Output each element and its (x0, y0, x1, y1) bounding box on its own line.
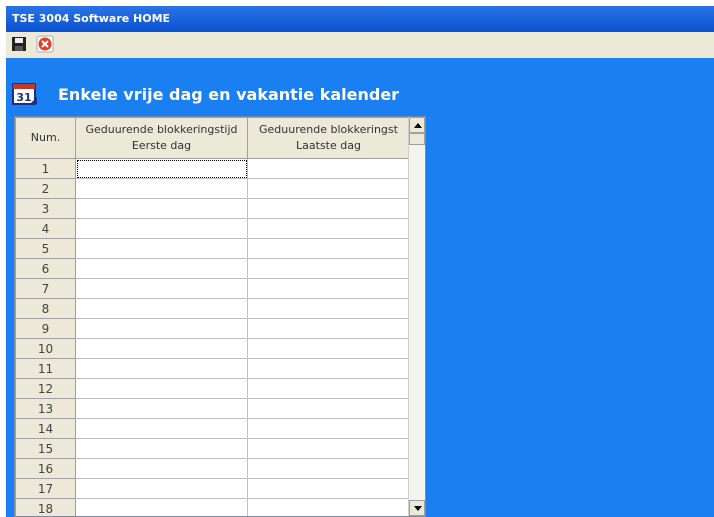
row-number: 17 (15, 478, 76, 499)
table-body: 1 2 3 4 5 6 7 8 9 10 11 12 13 14 15 16 17 18 (15, 158, 410, 516)
last-day-cell[interactable] (247, 258, 410, 279)
last-day-cell[interactable] (247, 318, 410, 339)
last-day-cell[interactable] (247, 498, 410, 516)
table-row: 6 (15, 258, 410, 279)
first-day-cell[interactable] (75, 178, 248, 199)
row-number: 3 (15, 198, 76, 219)
first-day-cell[interactable] (75, 318, 248, 339)
first-day-cell[interactable] (75, 298, 248, 319)
last-day-cell[interactable] (247, 438, 410, 459)
table-row: 2 (15, 178, 410, 199)
first-day-cell[interactable] (75, 458, 248, 479)
first-day-cell[interactable] (75, 418, 248, 439)
svg-text:31: 31 (16, 91, 31, 104)
page-title: Enkele vrije dag en vakantie kalender (58, 85, 400, 104)
row-number: 10 (15, 338, 76, 359)
table-row: 18 (15, 498, 410, 516)
table-row: 8 (15, 298, 410, 319)
first-day-cell[interactable] (75, 158, 248, 179)
first-day-cell[interactable] (75, 218, 248, 239)
row-number: 1 (15, 158, 76, 179)
toolbar (6, 32, 714, 58)
last-day-cell[interactable] (247, 198, 410, 219)
table-row: 5 (15, 238, 410, 259)
table-row: 4 (15, 218, 410, 239)
table-row: 13 (15, 398, 410, 419)
row-number: 12 (15, 378, 76, 399)
last-day-cell[interactable] (247, 358, 410, 379)
table-row: 12 (15, 378, 410, 399)
first-day-cell[interactable] (75, 378, 248, 399)
last-day-cell[interactable] (247, 398, 410, 419)
table-row: 9 (15, 318, 410, 339)
table-row: 11 (15, 358, 410, 379)
first-day-cell[interactable] (75, 478, 248, 499)
row-number: 15 (15, 438, 76, 459)
arrow-up-icon (414, 123, 422, 128)
close-x-icon (36, 35, 54, 53)
row-number: 16 (15, 458, 76, 479)
row-number: 7 (15, 278, 76, 299)
table-row: 17 (15, 478, 410, 499)
table-row: 15 (15, 438, 410, 459)
first-day-cell[interactable] (75, 198, 248, 219)
row-number: 11 (15, 358, 76, 379)
calendar-icon: 31 (12, 83, 37, 105)
first-day-cell[interactable] (75, 258, 248, 279)
first-day-cell[interactable] (75, 278, 248, 299)
row-number: 13 (15, 398, 76, 419)
floppy-disk-icon (12, 37, 26, 51)
table-row: 3 (15, 198, 410, 219)
row-number: 18 (15, 498, 76, 516)
row-number: 6 (15, 258, 76, 279)
last-day-cell[interactable] (247, 298, 410, 319)
table-row: 7 (15, 278, 410, 299)
row-number: 8 (15, 298, 76, 319)
app-window: TSE 3004 Software HOME 31 Enkele vrije d… (0, 0, 714, 517)
row-number: 2 (15, 178, 76, 199)
row-number: 5 (15, 238, 76, 259)
last-day-cell[interactable] (247, 418, 410, 439)
row-number: 9 (15, 318, 76, 339)
first-day-cell[interactable] (75, 238, 248, 259)
scroll-thumb[interactable] (409, 133, 425, 145)
last-day-cell[interactable] (247, 478, 410, 499)
first-day-cell[interactable] (75, 338, 248, 359)
last-day-cell[interactable] (247, 338, 410, 359)
first-day-cell[interactable] (75, 358, 248, 379)
scroll-up-button[interactable] (409, 117, 425, 133)
calendar-table: Num. Geduurende blokkeringstijd Eerste d… (15, 117, 410, 516)
last-day-cell[interactable] (247, 278, 410, 299)
table-row: 10 (15, 338, 410, 359)
arrow-down-icon (414, 506, 422, 511)
last-day-cell[interactable] (247, 218, 410, 239)
table-row: 1 (15, 158, 410, 179)
first-day-cell[interactable] (75, 498, 248, 516)
calendar-grid: Num. Geduurende blokkeringstijd Eerste d… (14, 116, 426, 517)
last-day-cell[interactable] (247, 178, 410, 199)
table-row: 16 (15, 458, 410, 479)
last-day-cell[interactable] (247, 458, 410, 479)
first-day-cell[interactable] (75, 398, 248, 419)
column-header-first-day[interactable]: Geduurende blokkeringstijd Eerste dag (75, 117, 248, 159)
row-number: 14 (15, 418, 76, 439)
table-header-row: Num. Geduurende blokkeringstijd Eerste d… (15, 117, 410, 159)
first-day-cell[interactable] (75, 438, 248, 459)
row-number: 4 (15, 218, 76, 239)
last-day-cell[interactable] (247, 238, 410, 259)
vertical-scrollbar[interactable] (408, 117, 425, 516)
last-day-cell[interactable] (247, 378, 410, 399)
scroll-down-button[interactable] (409, 500, 425, 516)
save-button[interactable] (10, 35, 28, 53)
title-bar: TSE 3004 Software HOME (6, 6, 714, 32)
window-title: TSE 3004 Software HOME (12, 12, 171, 25)
last-day-cell[interactable] (247, 158, 410, 179)
column-header-last-day[interactable]: Geduurende blokkeringst Laatste dag (247, 117, 410, 159)
close-button[interactable] (36, 35, 54, 53)
column-header-num[interactable]: Num. (15, 117, 76, 159)
table-row: 14 (15, 418, 410, 439)
main-panel: 31 Enkele vrije dag en vakantie kalender… (6, 58, 714, 517)
